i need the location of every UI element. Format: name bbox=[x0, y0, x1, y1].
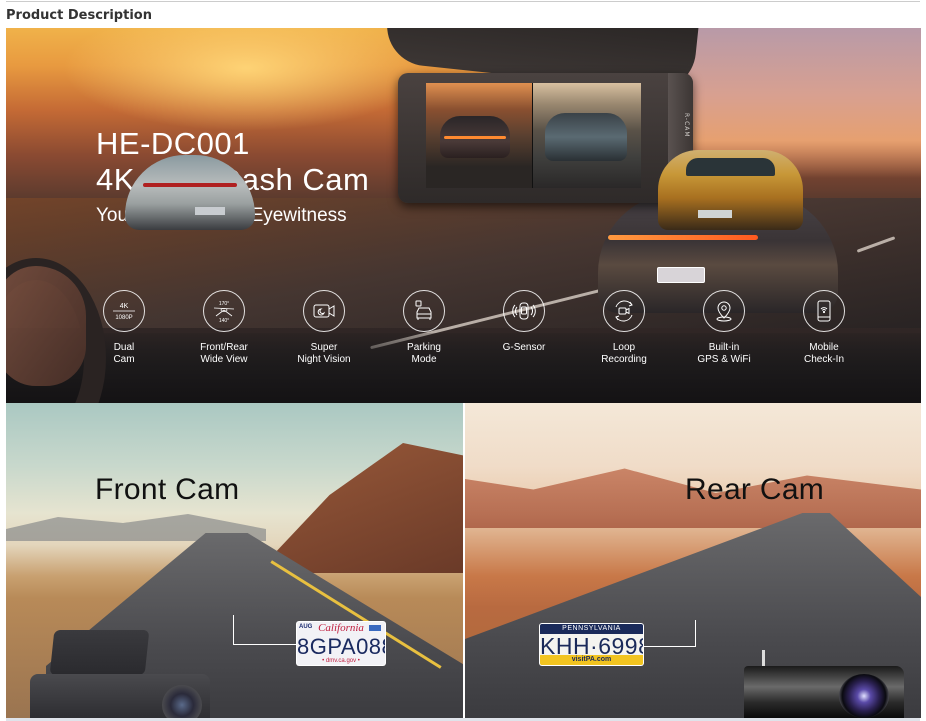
parking-car-icon bbox=[403, 290, 445, 332]
screen-front-view bbox=[426, 83, 532, 188]
icon-text-170: 170° bbox=[219, 301, 229, 307]
feature-label: Parking Mode bbox=[407, 342, 441, 365]
feature-parking-mode: Parking Mode bbox=[378, 290, 470, 366]
gps-location-pin-icon bbox=[703, 290, 745, 332]
dash-cam-device: R-CAM bbox=[398, 73, 693, 203]
screen-rear-view bbox=[533, 83, 641, 188]
feature-list: 4K 1080P Dual Cam 170° 140° Front/Rear W… bbox=[78, 290, 870, 366]
rear-cam-label: Rear Cam bbox=[685, 473, 825, 506]
plate-state: California bbox=[318, 622, 364, 634]
feature-label: G-Sensor bbox=[502, 342, 546, 353]
feature-label: Front/Rear Wide View bbox=[200, 342, 248, 365]
feature-label: Dual Cam bbox=[113, 342, 135, 365]
top-divider bbox=[6, 1, 920, 2]
icon-text-1080p: 1080P bbox=[115, 315, 132, 321]
car-plate bbox=[195, 207, 225, 215]
car-plate bbox=[698, 210, 732, 218]
panel-divider bbox=[463, 403, 465, 718]
front-cam-label: Front Cam bbox=[95, 473, 240, 506]
camera-lens bbox=[162, 685, 202, 721]
resolution-4k-1080p-icon: 4K 1080P bbox=[103, 290, 145, 332]
car-taillight bbox=[608, 235, 758, 240]
screen-car-rear-view bbox=[440, 116, 510, 158]
screen-car-front-view bbox=[545, 113, 627, 161]
feature-label: Super Night Vision bbox=[297, 342, 351, 365]
rear-cam-car bbox=[658, 150, 803, 230]
plate-website: • dmv.ca.gov • bbox=[322, 658, 360, 664]
feature-mobile-check-in: Mobile Check-In bbox=[778, 290, 870, 366]
icon-text-140: 140° bbox=[219, 318, 229, 324]
loop-recording-icon bbox=[603, 290, 645, 332]
feature-label: Loop Recording bbox=[601, 342, 647, 365]
night-vision-camera-icon bbox=[303, 290, 345, 332]
california-license-plate: AUG California 8GPA088 • dmv.ca.gov • bbox=[297, 622, 385, 665]
device-side-label: R-CAM bbox=[683, 113, 690, 138]
feature-wide-view: 170° 140° Front/Rear Wide View bbox=[178, 290, 270, 366]
feature-night-vision: Super Night Vision bbox=[278, 290, 370, 366]
device-mount bbox=[49, 630, 150, 675]
plate-callout-line bbox=[233, 644, 297, 645]
front-dash-cam-device bbox=[22, 630, 210, 721]
wide-angle-icon: 170° 140° bbox=[203, 290, 245, 332]
plate-number: 8GPA088 bbox=[297, 634, 385, 659]
icon-text-4k: 4K bbox=[120, 303, 129, 310]
car-taillight bbox=[143, 183, 237, 187]
mobile-wifi-phone-icon bbox=[803, 290, 845, 332]
plate-callout-line bbox=[695, 620, 696, 646]
section-title: Product Description bbox=[6, 8, 152, 23]
car-plate bbox=[658, 268, 704, 282]
feature-label: Mobile Check-In bbox=[803, 342, 844, 365]
feature-loop-recording: Loop Recording bbox=[578, 290, 670, 366]
camera-lens bbox=[839, 674, 889, 718]
driver-hand bbox=[6, 266, 86, 386]
rear-camera-device bbox=[744, 650, 904, 718]
dash-cam-screen bbox=[426, 83, 641, 188]
plate-callout-line bbox=[643, 646, 696, 647]
g-sensor-car-icon bbox=[503, 290, 545, 332]
plate-callout-line bbox=[233, 615, 234, 645]
feature-g-sensor: G-Sensor bbox=[478, 290, 570, 366]
plate-website: visitPA.com bbox=[540, 655, 643, 665]
mesa-mountain bbox=[256, 443, 463, 573]
feature-label: Built-in GPS & WiFi bbox=[697, 342, 751, 365]
car-windshield bbox=[686, 158, 775, 176]
pennsylvania-license-plate: PENNSYLVANIA KHH·6998 visitPA.com bbox=[540, 624, 643, 665]
feature-dual-cam: 4K 1080P Dual Cam bbox=[78, 290, 170, 366]
feature-gps-wifi: Built-in GPS & WiFi bbox=[678, 290, 770, 366]
